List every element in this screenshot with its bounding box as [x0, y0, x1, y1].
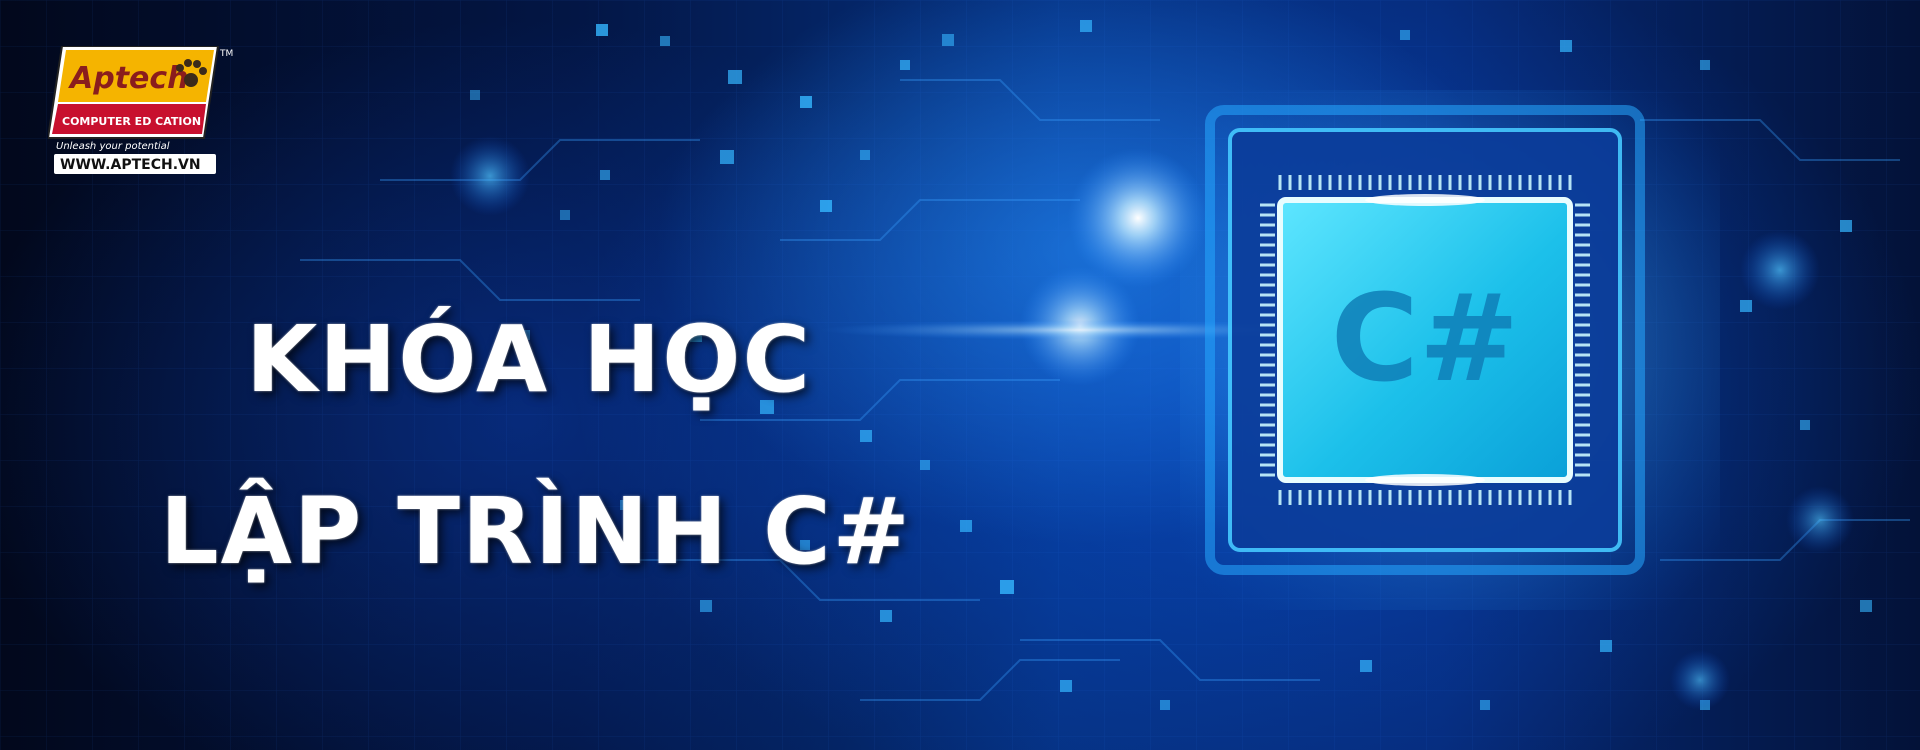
logo-website: WWW.APTECH.VN [60, 157, 201, 173]
light-glow [450, 136, 530, 216]
course-banner: C# Aptech COMPUTER ED CATION TM Unleash … [0, 0, 1920, 750]
light-glow [1670, 650, 1730, 710]
logo-tagline: Unleash your potential [56, 141, 170, 152]
aptech-logo: Aptech COMPUTER ED CATION TM Unleash you… [48, 46, 233, 174]
chip-label: C# [1331, 270, 1520, 409]
logo-subtitle: COMPUTER ED CATION [62, 115, 201, 128]
cpu-chip-icon: C# [1180, 90, 1720, 610]
logo-brand: Aptech [68, 61, 189, 96]
light-glow [1740, 230, 1820, 310]
light-glow [1786, 486, 1854, 554]
logo-trademark: TM [219, 49, 233, 59]
